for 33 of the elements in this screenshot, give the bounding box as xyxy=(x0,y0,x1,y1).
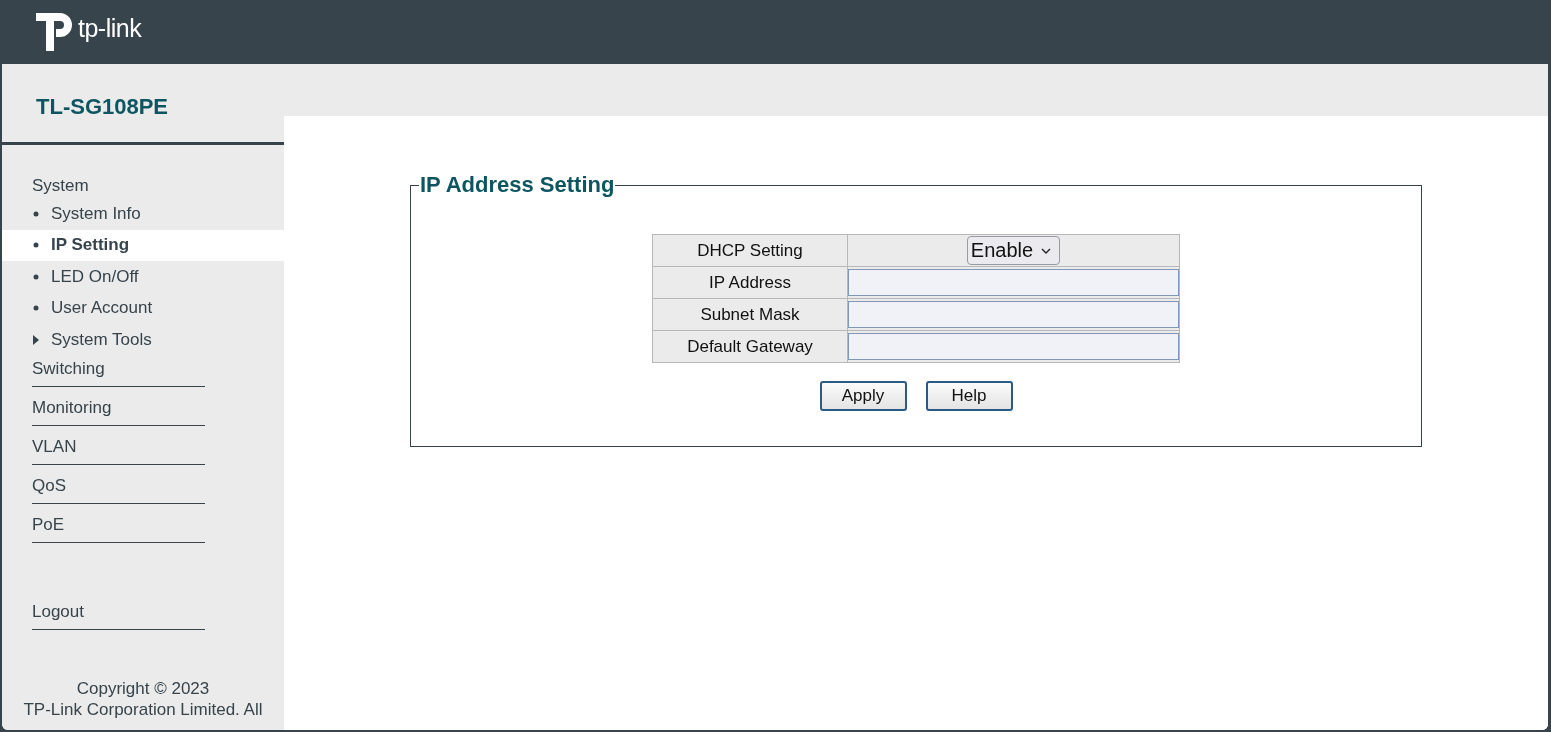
menu-section[interactable]: Monitoring xyxy=(32,394,205,426)
input-field[interactable] xyxy=(848,269,1179,296)
bullet-icon xyxy=(33,305,39,312)
field-label: IP Address xyxy=(652,266,848,299)
logout-link[interactable]: Logout xyxy=(32,598,205,630)
menu-section[interactable]: PoE xyxy=(32,511,205,543)
dhcp-select[interactable]: Enable xyxy=(966,236,1061,265)
menu-item[interactable]: System Info xyxy=(2,198,284,230)
chevron-icon xyxy=(1041,247,1052,254)
triangle-icon xyxy=(33,334,39,345)
field-label: DHCP Setting xyxy=(652,234,848,267)
menu-section[interactable]: VLAN xyxy=(32,433,205,465)
input-field[interactable] xyxy=(848,333,1179,360)
input-field[interactable] xyxy=(848,301,1179,328)
bullet-icon xyxy=(33,210,39,217)
action-button[interactable]: Apply xyxy=(819,381,907,411)
bullet-icon xyxy=(33,242,39,249)
logo-icon xyxy=(34,11,74,53)
bullet-icon xyxy=(33,273,39,280)
logo-text: tp-link xyxy=(78,13,142,43)
menu-section[interactable]: System xyxy=(32,173,205,198)
panel-title: IP Address Setting xyxy=(419,172,616,198)
menu-item[interactable]: System Tools xyxy=(2,324,284,356)
menu-section[interactable]: Switching xyxy=(32,355,205,387)
menu-item[interactable]: LED On/Off xyxy=(2,261,284,293)
field-label: Default Gateway xyxy=(652,330,848,363)
menu-item[interactable]: User Account xyxy=(2,292,284,324)
field-label: Subnet Mask xyxy=(652,298,848,331)
action-button[interactable]: Help xyxy=(925,381,1013,411)
copyright-text: TP-Link Corporation Limited. All xyxy=(22,699,264,720)
copyright-text: Copyright © 2023 xyxy=(75,678,211,699)
menu-section[interactable]: QoS xyxy=(32,472,205,504)
menu-item[interactable]: IP Setting xyxy=(2,229,284,261)
